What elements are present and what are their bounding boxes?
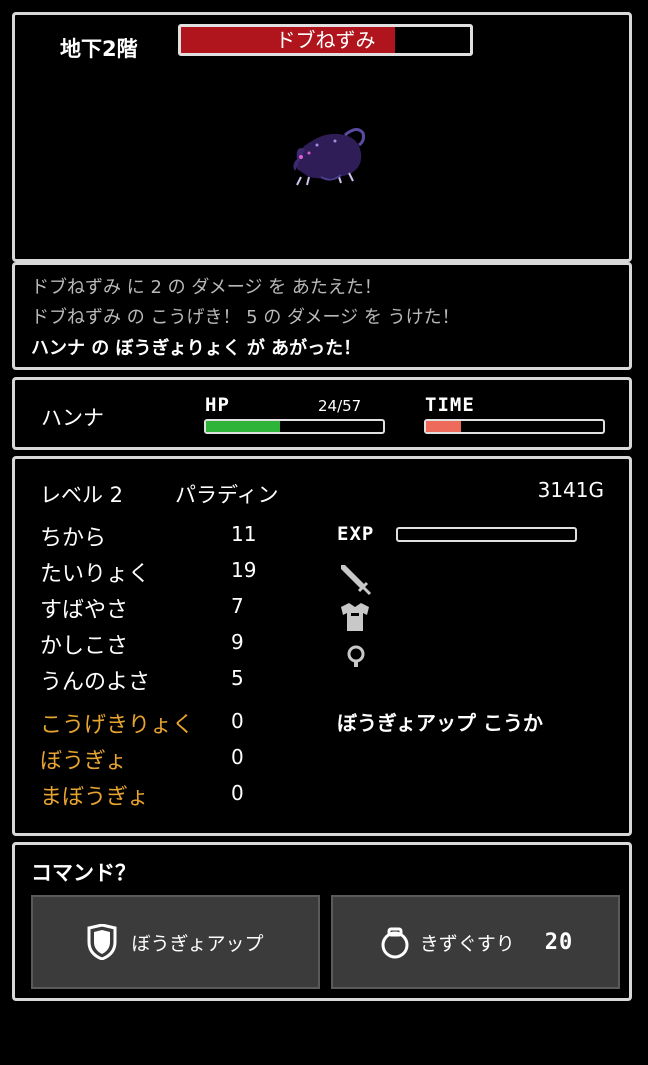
potion-label: きずぐすり <box>419 932 515 955</box>
potion-button[interactable]: きずぐすり 20 <box>331 895 620 989</box>
stat-value: 11 <box>231 522 257 546</box>
floor-label: 地下2階 <box>60 37 138 61</box>
potion-icon <box>381 927 409 959</box>
level: レベル 2 <box>40 483 124 507</box>
bonus-label: ぼうぎょ <box>40 749 127 774</box>
stat-label: かしこさ <box>40 634 129 659</box>
message-log: ドブねずみ に 2 の ダメージ を あたえた！ ドブねずみ の こうげき！ 5… <box>12 262 632 370</box>
bonus-value: 0 <box>231 709 244 733</box>
bonus-value: 0 <box>231 781 244 805</box>
enemy-name: ドブねずみ <box>275 28 376 52</box>
stat-label: ちから <box>40 526 107 551</box>
armor-icon[interactable] <box>337 601 373 633</box>
sword-icon[interactable] <box>337 561 373 597</box>
hp-label: HP <box>205 394 230 416</box>
stat-label: うんのよさ <box>40 670 151 695</box>
time-bar <box>424 419 605 434</box>
exp-label: EXP <box>337 523 375 545</box>
defend-up-label: ぼうぎょアップ <box>131 932 264 955</box>
rat-sprite[interactable] <box>287 119 367 191</box>
hp-value: 24/57 <box>318 397 362 415</box>
stat-value: 9 <box>231 630 244 654</box>
command-prompt: コマンド？ <box>31 861 136 885</box>
stat-value: 7 <box>231 594 244 618</box>
exp-bar <box>396 527 577 542</box>
bonus-value: 0 <box>231 745 244 769</box>
player-status: ハンナ HP 24/57 TIME <box>12 377 632 450</box>
battle-panel: 地下2階 ドブねずみ <box>12 12 632 262</box>
gold: 3141G <box>537 478 604 502</box>
bonus-label: こうげきりょく <box>40 713 195 738</box>
accessory-icon[interactable] <box>345 644 367 670</box>
stat-value: 5 <box>231 666 244 690</box>
stat-label: すばやさ <box>40 598 129 623</box>
job: パラディン <box>175 483 279 507</box>
status-effect: ぼうぎょアップ こうか <box>337 711 543 735</box>
message-line: ドブねずみ に 2 の ダメージ を あたえた！ <box>31 277 382 298</box>
potion-count: 20 <box>544 929 574 955</box>
message-line: ハンナ の ぼうぎょりょく が あがった！ <box>31 338 362 359</box>
hp-bar-fill <box>206 421 281 432</box>
defend-up-button[interactable]: ぼうぎょアップ <box>31 895 320 989</box>
time-label: TIME <box>425 394 475 416</box>
enemy-hp-bar: ドブねずみ <box>178 24 473 56</box>
hp-bar <box>204 419 385 434</box>
bonus-label: まぼうぎょ <box>40 785 149 810</box>
message-line: ドブねずみ の こうげき！ 5 の ダメージ を うけた！ <box>31 307 460 328</box>
time-bar-fill <box>426 421 462 432</box>
stat-label: たいりょく <box>40 562 151 587</box>
stats-panel: レベル 2 パラディン 3141G ちから 11 たいりょく 19 すばやさ 7… <box>12 456 632 836</box>
command-panel: コマンド？ ぼうぎょアップ きずぐすり 20 <box>12 842 632 1001</box>
stat-value: 19 <box>231 558 257 582</box>
shield-icon <box>87 924 117 960</box>
player-name: ハンナ <box>41 406 104 430</box>
